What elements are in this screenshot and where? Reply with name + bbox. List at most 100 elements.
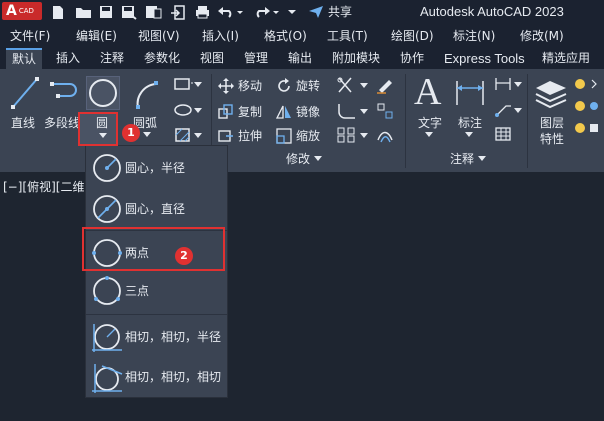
- menu-modify[interactable]: 修改(M): [520, 27, 564, 44]
- share-icon: [309, 5, 323, 18]
- undo-icon[interactable]: [216, 3, 246, 21]
- hatch-tool-icon[interactable]: [172, 126, 194, 144]
- text-chevron-icon[interactable]: [425, 132, 433, 137]
- polyline-tool-icon[interactable]: [50, 78, 82, 108]
- circle-tool-icon[interactable]: [86, 76, 120, 110]
- trim-icon[interactable]: [336, 76, 358, 94]
- open-folder-icon[interactable]: [74, 3, 92, 21]
- tab-express-tools[interactable]: Express Tools: [438, 48, 531, 69]
- trim-chevron-icon[interactable]: [360, 83, 368, 88]
- fillet-chevron-icon[interactable]: [360, 109, 368, 114]
- dimension-tool-icon[interactable]: [454, 78, 486, 108]
- dimension-chevron-icon[interactable]: [465, 132, 473, 137]
- mirror-tool[interactable]: 镜像: [276, 103, 320, 120]
- menu-view[interactable]: 视图(V): [138, 27, 180, 44]
- tab-annotate[interactable]: 注释: [94, 48, 130, 69]
- web-mobile-icon[interactable]: [144, 3, 162, 21]
- tab-manage[interactable]: 管理: [238, 48, 274, 69]
- menu-insert[interactable]: 插入(I): [202, 27, 239, 44]
- tab-addins[interactable]: 附加模块: [326, 48, 386, 69]
- save-as-icon[interactable]: [120, 3, 138, 21]
- plot-icon[interactable]: [194, 3, 210, 21]
- layer-properties-label-2[interactable]: 特性: [540, 130, 564, 147]
- tab-output[interactable]: 输出: [282, 48, 318, 69]
- linear-dim-chevron-icon[interactable]: [514, 82, 522, 87]
- array-chevron-icon[interactable]: [360, 133, 368, 138]
- text-tool-label[interactable]: 文字: [418, 114, 442, 131]
- move-tool[interactable]: 移动: [218, 77, 262, 94]
- qat-customize-icon[interactable]: [286, 3, 298, 21]
- circle-three-point-icon: [93, 276, 121, 305]
- tab-parametric[interactable]: 参数化: [138, 48, 186, 69]
- circle-tan-tan-tan-option[interactable]: 相切，相切，相切: [86, 356, 227, 398]
- circle-dropdown-menu: 圆心，半径 圆心，直径 两点 三点 相切，相切，半径 相切，相切，相切: [85, 145, 228, 398]
- hatch-chevron-icon[interactable]: [194, 133, 202, 138]
- panel-divider: [405, 74, 406, 168]
- autocad-logo[interactable]: A CAD: [2, 2, 42, 20]
- menu-file[interactable]: 文件(F): [10, 27, 50, 44]
- menu-dimension[interactable]: 标注(N): [453, 27, 495, 44]
- rotate-tool[interactable]: 旋转: [276, 77, 320, 94]
- annotation-chevron-icon: [478, 156, 487, 161]
- tab-featured-apps[interactable]: 精选应用: [536, 48, 596, 69]
- circle-dropdown-highlight: [78, 112, 118, 146]
- polyline-tool-label[interactable]: 多段线: [44, 114, 80, 131]
- fillet-icon[interactable]: [336, 102, 358, 120]
- annotation-panel-label: 注释: [450, 152, 475, 166]
- menu-tools[interactable]: 工具(T): [327, 27, 368, 44]
- menu-format[interactable]: 格式(O): [264, 27, 307, 44]
- layer-properties-label-1[interactable]: 图层: [540, 114, 564, 131]
- circle-three-point-option[interactable]: 三点: [86, 270, 227, 312]
- tab-default[interactable]: 默认: [6, 48, 43, 69]
- app-title: Autodesk AutoCAD 2023: [420, 4, 564, 19]
- leader-icon[interactable]: [494, 102, 512, 118]
- arc-chevron-icon[interactable]: [143, 132, 151, 137]
- explode-icon[interactable]: [376, 102, 394, 120]
- copy-tool[interactable]: 复制: [218, 103, 262, 120]
- import-icon[interactable]: [170, 3, 186, 21]
- circle-option-label: 相切，相切，半径: [125, 330, 222, 344]
- rotate-label: 旋转: [296, 79, 321, 93]
- circle-tan-tan-radius-option[interactable]: 相切，相切，半径: [86, 316, 227, 358]
- circle-center-radius-option[interactable]: 圆心，半径: [86, 147, 227, 189]
- scale-tool[interactable]: 缩放: [276, 127, 320, 144]
- linear-dim-icon[interactable]: [494, 76, 512, 92]
- menu-bar: 文件(F) 编辑(E) 视图(V) 插入(I) 格式(O) 工具(T) 绘图(D…: [0, 24, 604, 46]
- rectangle-chevron-icon[interactable]: [194, 82, 202, 87]
- new-file-icon[interactable]: [50, 3, 66, 21]
- menu-edit[interactable]: 编辑(E): [76, 27, 117, 44]
- menu-draw[interactable]: 绘图(D): [391, 27, 434, 44]
- layer-tools-icons[interactable]: [572, 76, 602, 156]
- layer-properties-icon[interactable]: [534, 76, 568, 110]
- viewport-controls[interactable]: [−][俯视][二维: [3, 178, 84, 195]
- line-tool-icon[interactable]: [10, 76, 40, 110]
- array-icon[interactable]: [336, 126, 358, 144]
- rectangle-tool-icon[interactable]: [172, 76, 194, 92]
- dimension-tool-label[interactable]: 标注: [458, 114, 482, 131]
- circle-option-label: 圆心，半径: [125, 161, 186, 175]
- circle-center-diameter-option[interactable]: 圆心，直径: [86, 188, 227, 230]
- stretch-tool[interactable]: 拉伸: [218, 127, 262, 144]
- arc-tool-icon[interactable]: [134, 78, 160, 110]
- save-icon[interactable]: [98, 3, 114, 21]
- tab-view[interactable]: 视图: [194, 48, 230, 69]
- tab-insert[interactable]: 插入: [50, 48, 86, 69]
- modify-panel-label: 修改: [286, 152, 311, 166]
- table-icon[interactable]: [494, 126, 512, 142]
- share-button[interactable]: 共享: [308, 3, 352, 20]
- tab-collaborate[interactable]: 协作: [394, 48, 430, 69]
- ellipse-chevron-icon[interactable]: [194, 108, 202, 113]
- annotation-panel-title[interactable]: 注释: [450, 150, 487, 167]
- step-badge-1: 1: [122, 124, 140, 142]
- text-tool-icon[interactable]: A: [414, 72, 441, 112]
- redo-icon[interactable]: [252, 3, 282, 21]
- logo-letter: A: [6, 3, 17, 19]
- circle-tan-tan-tan-icon: [92, 364, 123, 393]
- line-tool-label[interactable]: 直线: [11, 114, 35, 131]
- copy-label: 复制: [238, 105, 263, 119]
- offset-icon[interactable]: [376, 126, 394, 144]
- modify-panel-title[interactable]: 修改: [286, 150, 323, 167]
- ellipse-tool-icon[interactable]: [172, 102, 194, 118]
- leader-chevron-icon[interactable]: [514, 108, 522, 113]
- erase-icon[interactable]: [376, 76, 394, 94]
